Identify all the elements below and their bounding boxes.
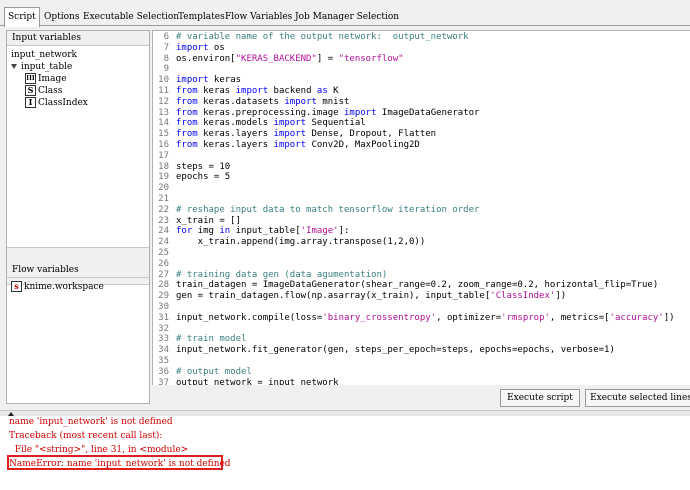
code-text: # variable name of the output network: o… — [176, 32, 469, 42]
line-number: 14 — [158, 118, 169, 129]
tree-item-class[interactable]: S Class — [25, 85, 62, 97]
tree-item-image[interactable]: III Image — [25, 73, 67, 85]
code-text: input_network.compile(loss='binary_cross… — [176, 312, 675, 323]
code-text: # train model — [176, 334, 247, 345]
code-text: from keras.models import Sequential — [176, 118, 366, 129]
tree-item-classindex[interactable]: I ClassIndex — [25, 97, 88, 109]
code-text: from keras.layers import Conv2D, MaxPool… — [176, 140, 420, 150]
flow-variables-header: Flow variables — [7, 263, 149, 278]
line-number: 31 — [158, 312, 169, 323]
line-number: 17 — [158, 150, 169, 161]
line-number: 11 — [158, 86, 169, 96]
line-number: 24 — [158, 226, 169, 237]
error-highlight-box — [7, 455, 223, 470]
console-line: name 'input_network' is not defined — [9, 417, 173, 427]
code-text: gen = train_datagen.flow(np.asarray(x_tr… — [176, 291, 567, 302]
line-number: 7 — [163, 42, 169, 53]
code-text: import os — [176, 42, 225, 53]
line-number: 28 — [158, 280, 169, 291]
tree-item-input-table[interactable]: input_table — [11, 61, 72, 73]
string-column-icon: S — [25, 85, 36, 96]
line-number: 6 — [163, 32, 169, 42]
line-number: 18 — [158, 161, 169, 172]
line-number: 20 — [158, 183, 169, 194]
tab-bar: Script Options Executable Selection Temp… — [0, 0, 690, 27]
code-text: from keras.datasets import mnist — [176, 96, 350, 107]
code-text: # training data gen (data agumentation) — [176, 269, 388, 280]
line-number: 32 — [158, 323, 169, 334]
code-text: import keras — [176, 75, 242, 86]
code-text: steps = 10 — [176, 161, 231, 172]
line-number: 24 — [158, 237, 169, 248]
line-number: 37 — [158, 377, 169, 385]
code-text: # output model — [176, 366, 252, 377]
tab-script[interactable]: Script — [4, 7, 40, 27]
line-number: 33 — [158, 334, 169, 345]
integer-column-icon: I — [25, 97, 36, 108]
console-output: name 'input_network' is not defined Trac… — [0, 416, 690, 490]
tab-flow-variables[interactable]: Flow Variables — [222, 10, 295, 25]
tab-bar-divider — [0, 25, 690, 26]
line-number: 25 — [158, 248, 169, 258]
line-number: 13 — [158, 107, 169, 118]
execute-script-button[interactable]: Execute script — [500, 389, 580, 407]
tree-item-input-network[interactable]: input_network — [11, 49, 77, 61]
button-bar: Execute script Execute selected lines — [152, 386, 690, 410]
tab-executable-selection[interactable]: Executable Selection — [80, 10, 182, 25]
execute-selected-lines-button[interactable]: Execute selected lines — [585, 389, 690, 407]
tab-options[interactable]: Options — [41, 10, 82, 25]
line-number: 29 — [158, 291, 169, 302]
line-number: 27 — [158, 269, 169, 280]
tree-item-label: Image — [38, 74, 67, 84]
line-number: 36 — [158, 366, 169, 377]
code-text: from keras import backend as K — [176, 86, 339, 96]
line-number: 26 — [158, 258, 169, 269]
tab-templates[interactable]: Templates — [175, 10, 228, 25]
flow-variable-icon: s — [11, 281, 22, 292]
code-text: x_train = [] — [176, 215, 242, 226]
code-text: epochs = 5 — [176, 172, 231, 183]
line-number: 30 — [158, 302, 169, 312]
tree-item-knime-workspace[interactable]: s knime.workspace — [11, 281, 104, 293]
image-column-icon: III — [25, 73, 36, 84]
line-number: 35 — [158, 356, 169, 366]
tree-item-label: input_table — [21, 62, 73, 72]
tree-item-label: knime.workspace — [24, 282, 104, 292]
code-text: from keras.layers import Dense, Dropout,… — [176, 129, 437, 140]
code-editor[interactable]: 6 # variable name of the output network: … — [152, 30, 690, 385]
line-number: 15 — [158, 129, 169, 140]
console-line: Traceback (most recent call last): — [9, 431, 163, 441]
code-text: x_train.append(img.array.transpose(1,2,0… — [176, 237, 426, 248]
variables-panel: Input variables input_network input_tabl… — [6, 30, 150, 404]
code-text: train_datagen = ImageDataGenerator(shear… — [176, 280, 659, 291]
expand-arrow-icon[interactable] — [11, 64, 17, 69]
tab-job-manager-selection[interactable]: Job Manager Selection — [292, 10, 402, 25]
tree-item-label: Class — [38, 86, 63, 96]
line-number: 22 — [158, 204, 169, 215]
tree-item-label: ClassIndex — [38, 98, 88, 108]
code-text: input_network.fit_generator(gen, steps_p… — [176, 345, 615, 356]
tree-item-label: input_network — [11, 50, 77, 60]
code-text: output_network = input_network — [176, 377, 339, 385]
code-text: for img in input_table['Image']: — [176, 226, 350, 237]
line-number: 19 — [158, 172, 169, 183]
line-number: 12 — [158, 96, 169, 107]
code-text: os.environ["KERAS_BACKEND"] = "tensorflo… — [176, 53, 404, 64]
line-number: 8 — [163, 53, 169, 64]
line-number: 21 — [158, 194, 169, 204]
code-text: # reshape input data to match tensorflow… — [176, 204, 480, 215]
line-number: 23 — [158, 215, 169, 226]
line-number: 9 — [163, 64, 169, 75]
code-text: from keras.preprocessing.image import Im… — [176, 107, 480, 118]
input-variables-header: Input variables — [7, 31, 149, 46]
line-number: 34 — [158, 345, 169, 356]
line-number: 16 — [158, 140, 169, 150]
line-number: 10 — [158, 75, 169, 86]
